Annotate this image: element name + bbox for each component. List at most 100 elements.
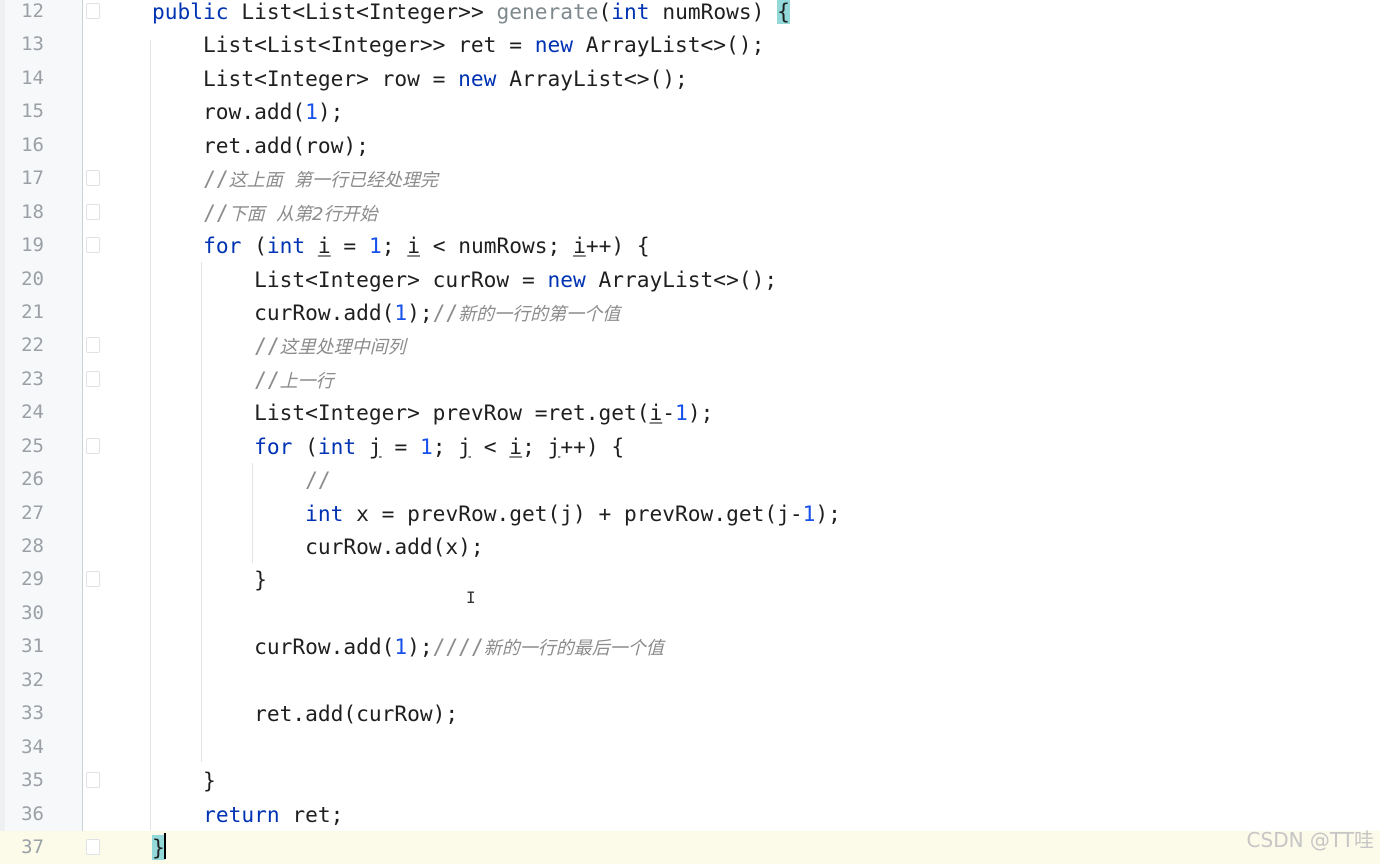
code-line[interactable]: 27 int x = prevRow.get(j) + prevRow.get(… [0, 497, 1380, 530]
code-token: } [152, 835, 165, 860]
code-token: int [317, 433, 357, 459]
code-token: 1 [394, 299, 408, 325]
code-token: //// [432, 634, 484, 660]
code-token: ); [687, 400, 714, 426]
code-line[interactable]: 26 // [0, 463, 1380, 496]
code-line[interactable]: 34 [0, 731, 1380, 764]
code-token: j [547, 433, 561, 459]
code-token: 1 [419, 433, 433, 459]
code-line[interactable]: 13 List<List<Integer>> ret = new ArrayLi… [0, 28, 1380, 61]
code-token: numRows) [649, 0, 778, 24]
line-number: 31 [21, 635, 44, 658]
line-number: 13 [21, 33, 44, 56]
watermark: CSDN @TT哇 [1246, 828, 1374, 852]
code-token: ; [381, 233, 408, 259]
code-text: } [101, 831, 165, 864]
code-token: - [662, 400, 676, 426]
code-token: List<Integer> row = [101, 65, 459, 91]
code-text: } [101, 764, 216, 797]
text-cursor [164, 833, 166, 859]
code-line[interactable]: 33 ret.add(curRow); [0, 697, 1380, 730]
code-text: //上一行 [101, 363, 334, 398]
code-text: //这里处理中间列 [101, 329, 406, 364]
code-text: //下面 从第2行开始 [101, 196, 377, 231]
line-number: 27 [21, 501, 44, 524]
line-number: 18 [21, 200, 44, 223]
code-token: 1 [394, 634, 408, 660]
code-token: ); [407, 634, 433, 660]
code-token: i [509, 433, 523, 459]
fold-marker-icon[interactable] [86, 237, 100, 254]
fold-marker-icon[interactable] [86, 203, 100, 220]
code-text: row.add(1); [101, 95, 343, 128]
code-line[interactable]: 12 public List<List<Integer>> generate(i… [0, 0, 1380, 28]
code-text: int x = prevRow.get(j) + prevRow.get(j-1… [101, 497, 841, 530]
fold-marker-icon[interactable] [86, 772, 100, 789]
code-line[interactable]: 37 } [0, 831, 1380, 864]
code-line[interactable]: 32 [0, 664, 1380, 697]
code-line[interactable]: 21 curRow.add(1);//新的一行的第一个值 [0, 296, 1380, 329]
code-token: int [266, 233, 306, 259]
code-line[interactable]: 29 } [0, 563, 1380, 596]
code-token: i [407, 233, 420, 259]
code-line[interactable]: 24 List<Integer> prevRow =ret.get(i-1); [0, 396, 1380, 429]
code-line[interactable]: 14 List<Integer> row = new ArrayList<>()… [0, 62, 1380, 95]
code-token: // [305, 467, 331, 493]
code-text: for (int i = 1; i < numRows; i++) { [101, 229, 650, 262]
fold-marker-icon[interactable] [86, 3, 100, 19]
code-line[interactable]: 22 //这里处理中间列 [0, 329, 1380, 362]
code-token: 这上面 第一行已经处理完 [228, 170, 439, 192]
code-token: return [203, 801, 280, 827]
line-number: 26 [21, 468, 44, 491]
code-line[interactable]: 18 //下面 从第2行开始 [0, 196, 1380, 229]
code-token: i [649, 400, 663, 426]
line-number: 19 [21, 234, 44, 257]
fold-marker-icon[interactable] [86, 839, 100, 855]
code-line[interactable]: 35 } [0, 764, 1380, 797]
code-token: int [611, 0, 650, 24]
code-token: ArrayList<>(); [572, 32, 765, 58]
code-text: List<Integer> row = new ArrayList<>(); [101, 62, 688, 95]
code-text: List<Integer> curRow = new ArrayList<>()… [101, 263, 777, 296]
fold-marker-icon[interactable] [86, 437, 100, 454]
code-line[interactable]: 36 return ret; [0, 798, 1380, 831]
code-line[interactable]: 19 for (int i = 1; i < numRows; i++) { [0, 229, 1380, 262]
code-line[interactable]: 31 curRow.add(1);////新的一行的最后一个值 [0, 630, 1380, 663]
code-text: List<Integer> prevRow =ret.get(i-1); [101, 396, 713, 429]
code-line[interactable]: 23 //上一行 [0, 363, 1380, 396]
code-line[interactable]: 28 curRow.add(x); [0, 530, 1380, 563]
code-line[interactable]: 17 //这上面 第一行已经处理完 [0, 162, 1380, 195]
code-token: } [101, 768, 216, 794]
fold-marker-icon[interactable] [86, 571, 100, 588]
code-line[interactable]: 15 row.add(1); [0, 95, 1380, 128]
code-token: public [152, 0, 229, 24]
code-line[interactable]: 20 List<Integer> curRow = new ArrayList<… [0, 263, 1380, 296]
line-number: 28 [21, 535, 44, 558]
code-token: 1 [368, 233, 382, 259]
code-token: 1 [802, 500, 816, 526]
code-token: i [317, 233, 331, 259]
code-text: } [101, 563, 267, 596]
code-text: for (int j = 1; j < i; j++) { [101, 430, 624, 463]
fold-marker-icon[interactable] [86, 337, 100, 354]
code-token: ++) { [585, 233, 650, 259]
code-line[interactable]: 30 [0, 597, 1380, 630]
code-token: 1 [305, 99, 318, 125]
code-text: List<List<Integer>> ret = new ArrayList<… [101, 28, 764, 61]
code-line[interactable]: 25 for (int j = 1; j < i; j++) { [0, 430, 1380, 463]
code-text: return ret; [101, 798, 343, 831]
code-line[interactable]: 16 ret.add(row); [0, 129, 1380, 162]
line-number: 14 [21, 66, 44, 89]
code-text: //这上面 第一行已经处理完 [101, 162, 438, 197]
fold-marker-icon[interactable] [86, 370, 100, 387]
code-token: new [458, 65, 497, 91]
fold-marker-icon[interactable] [86, 170, 100, 187]
mouse-ibeam-icon: I [466, 588, 476, 607]
code-token: ; [522, 433, 548, 459]
code-text: ret.add(curRow); [101, 697, 458, 730]
